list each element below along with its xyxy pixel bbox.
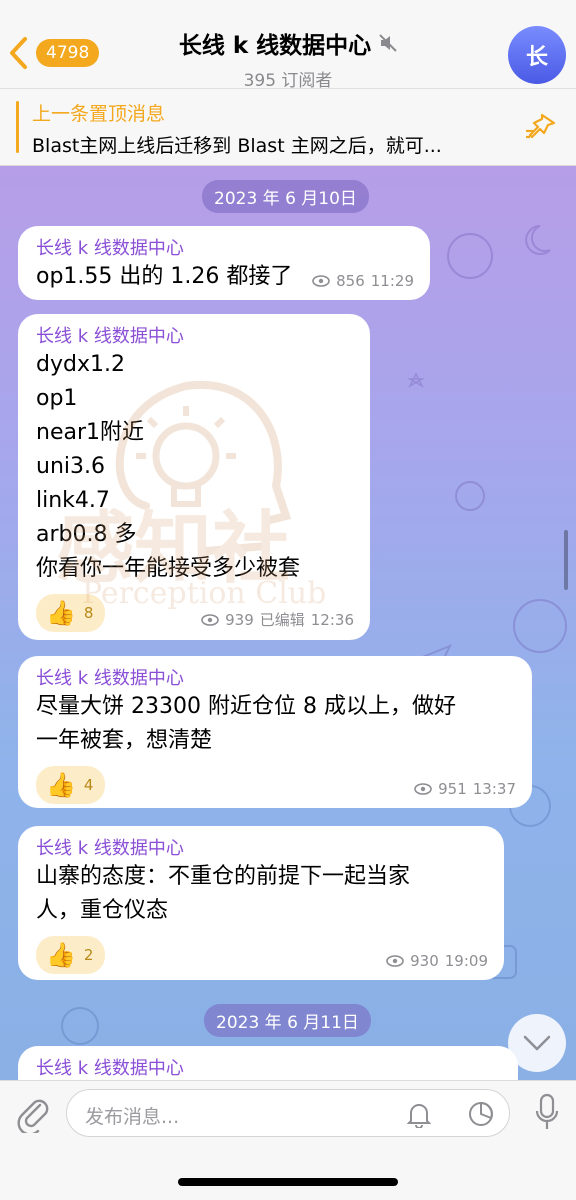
- pinned-label: 上一条置顶消息: [32, 103, 166, 125]
- scroll-down-button[interactable]: [508, 1014, 566, 1072]
- chevron-left-icon: [10, 37, 27, 69]
- watermark-sub: Perception Club: [82, 576, 327, 611]
- message-bubble[interactable]: 长线 k 线数据中心 op1.55 出的 1.26 都接了 856 11:29: [18, 226, 430, 300]
- microphone-icon[interactable]: [534, 1093, 560, 1133]
- message-sender: 长线 k 线数据中心: [36, 838, 184, 859]
- message-bubble[interactable]: 长线 k 线数据中心 山寨的态度：不重仓的前提下一起当家 人，重仓仪态 👍 2 …: [18, 826, 504, 980]
- bell-icon[interactable]: [407, 1102, 431, 1128]
- pinned-text: Blast主网上线后迁移到 Blast 主网之后，就可...: [32, 135, 442, 157]
- watermark-logo: 感知社 Perception Club: [36, 346, 356, 616]
- message-time: 19:09: [444, 952, 488, 970]
- message-line: 尽量大饼 23300 附近仓位 8 成以上，做好: [36, 694, 456, 719]
- paperclip-icon[interactable]: [16, 1093, 50, 1133]
- message-bubble[interactable]: 长线 k 线数据中心: [18, 1046, 518, 1080]
- date-separator: 2023 年 6 月10日: [202, 180, 369, 213]
- message-bubble[interactable]: 长线 k 线数据中心 尽量大饼 23300 附近仓位 8 成以上，做好 一年被套…: [18, 656, 532, 808]
- message-sender: 长线 k 线数据中心: [36, 238, 184, 259]
- reaction-thumbs-up[interactable]: 👍 4: [36, 766, 106, 804]
- pin-list-icon[interactable]: [524, 111, 558, 141]
- channel-title-text: 长线 k 线数据中心: [178, 33, 372, 59]
- chevron-down-icon: [523, 1035, 551, 1051]
- views-eye-icon: [414, 783, 432, 795]
- message-text: 山寨的态度：不重仓的前提下一起当家 人，重仓仪态: [36, 860, 486, 928]
- reaction-thumbs-up[interactable]: 👍 2: [36, 936, 106, 974]
- unread-count-badge: 4798: [36, 39, 100, 67]
- message-line: 人，重仓仪态: [36, 898, 169, 923]
- back-button[interactable]: 4798: [8, 36, 100, 70]
- view-count: 930: [410, 952, 439, 970]
- reaction-count: 2: [83, 946, 94, 964]
- home-indicator: [178, 1178, 398, 1186]
- message-meta: 930 19:09: [386, 952, 488, 970]
- reaction-count: 4: [83, 776, 94, 794]
- message-meta: 951 13:37: [414, 780, 516, 798]
- message-time: 13:37: [472, 780, 516, 798]
- message-sender: 长线 k 线数据中心: [36, 326, 184, 347]
- chat-area[interactable]: 2023 年 6 月10日 长线 k 线数据中心 op1.55 出的 1.26 …: [0, 166, 576, 1080]
- pinned-indicator: [16, 101, 19, 153]
- chat-header: 4798 长线 k 线数据中心 395 订阅者 长: [0, 0, 576, 91]
- view-count: 856: [336, 272, 365, 290]
- message-sender: 长线 k 线数据中心: [36, 1058, 184, 1079]
- thumbs-up-icon: 👍: [46, 771, 76, 799]
- date-separator: 2023 年 6 月11日: [204, 1004, 371, 1037]
- views-eye-icon: [312, 275, 330, 287]
- message-line: 一年被套，想清楚: [36, 728, 213, 753]
- views-eye-icon: [386, 955, 404, 967]
- message-text: 尽量大饼 23300 附近仓位 8 成以上，做好 一年被套，想清楚: [36, 690, 514, 758]
- channel-avatar[interactable]: 长: [508, 26, 566, 84]
- pinned-message-bar[interactable]: 上一条置顶消息 Blast主网上线后迁移到 Blast 主网之后，就可...: [0, 88, 576, 166]
- channel-title: 长线 k 线数据中心: [179, 26, 397, 60]
- view-count: 951: [438, 780, 467, 798]
- message-input-bar: 发布消息...: [0, 1080, 576, 1200]
- message-meta: 856 11:29: [312, 272, 414, 290]
- input-placeholder: 发布消息...: [85, 1106, 180, 1128]
- message-sender: 长线 k 线数据中心: [36, 668, 184, 689]
- scrollbar[interactable]: [564, 530, 568, 590]
- channel-info[interactable]: 长线 k 线数据中心 395 订阅者: [120, 26, 456, 91]
- message-input[interactable]: 发布消息...: [66, 1089, 510, 1137]
- muted-speaker-icon: [379, 34, 397, 52]
- message-time: 11:29: [370, 272, 414, 290]
- thumbs-up-icon: 👍: [46, 941, 76, 969]
- schedule-clock-icon[interactable]: [467, 1100, 495, 1128]
- message-line: 山寨的态度：不重仓的前提下一起当家: [36, 864, 411, 889]
